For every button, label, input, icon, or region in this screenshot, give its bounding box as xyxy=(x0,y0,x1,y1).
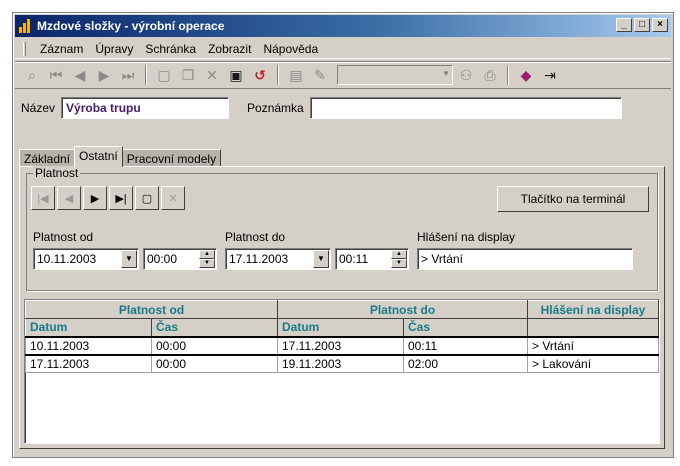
to-time-spinner[interactable]: 00:11 ▲ ▼ xyxy=(335,248,409,270)
validity-table: Platnost od Platnost do Hlášení na displ… xyxy=(25,300,659,373)
spinner-icon[interactable]: ▲ ▼ xyxy=(391,250,407,268)
close-icon[interactable]: × xyxy=(652,18,668,32)
title-bar[interactable]: Mzdové složky - výrobní operace _ □ × xyxy=(15,15,671,37)
table-cell[interactable]: > Vrtání xyxy=(527,335,659,356)
table-row[interactable]: 17.11.2003 00:00 19.11.2003 02:00 > Lako… xyxy=(25,354,659,373)
delete-record-icon[interactable]: ✕ xyxy=(161,186,185,210)
column-header[interactable] xyxy=(527,318,659,337)
tab-pracovni-modely[interactable]: Pracovní modely xyxy=(121,149,222,167)
chevron-down-icon: ▼ xyxy=(442,69,450,78)
first-record-icon[interactable]: |◀ xyxy=(31,186,55,210)
toolbar-separator xyxy=(277,65,279,85)
cancel-changes-icon[interactable]: ↺ xyxy=(249,64,271,86)
spinner-icon[interactable]: ▲ ▼ xyxy=(199,250,215,268)
window-title: Mzdové složky - výrobní operace xyxy=(37,19,225,33)
validity-group-title: Platnost xyxy=(33,166,81,180)
menu-zaznam[interactable]: Záznam xyxy=(38,41,85,57)
note-field[interactable] xyxy=(309,97,622,119)
last-record-icon[interactable]: ▶| xyxy=(109,186,133,210)
to-time-value: 00:11 xyxy=(339,252,369,266)
menu-zobrazit[interactable]: Zobrazit xyxy=(206,41,253,57)
table-cell[interactable]: 02:00 xyxy=(403,354,528,373)
validity-group: Platnost |◀ ◀ ▶ ▶| ▢ ✕ Tlačítko na termi… xyxy=(26,166,658,291)
toolbar: ⌕ ⏮ ◀ ▶ ⏭ ▢ ❐ ✕ ▣ ↺ ▤ ✎ ▼ ⚇ ⎙ ◆ ⇥ xyxy=(15,61,671,89)
prev-record-icon[interactable]: ◀ xyxy=(69,64,91,86)
table-cell[interactable]: 19.11.2003 xyxy=(277,354,404,373)
from-date-picker[interactable]: 10.11.2003 ▼ xyxy=(33,248,139,270)
table-cell[interactable]: 10.11.2003 xyxy=(25,335,152,356)
validity-nav: |◀ ◀ ▶ ▶| ▢ ✕ xyxy=(31,186,185,210)
group-header-display[interactable]: Hlášení na display xyxy=(527,300,659,319)
table-cell[interactable]: 17.11.2003 xyxy=(25,354,152,373)
toolbar-separator xyxy=(507,65,509,85)
table-row[interactable]: 10.11.2003 00:00 17.11.2003 00:11 > Vrtá… xyxy=(25,335,659,356)
print-icon[interactable]: ⎙ xyxy=(479,64,501,86)
column-header[interactable]: Čas xyxy=(403,318,528,337)
search-icon[interactable]: ⌕ xyxy=(21,64,43,86)
main-window: Mzdové složky - výrobní operace _ □ × Zá… xyxy=(12,12,674,458)
group-header-from[interactable]: Platnost od xyxy=(25,300,278,319)
chevron-down-icon[interactable]: ▼ xyxy=(313,250,329,268)
form-view-icon[interactable]: ▤ xyxy=(285,64,307,86)
first-record-icon[interactable]: ⏮ xyxy=(45,64,67,86)
column-header[interactable]: Datum xyxy=(25,318,152,337)
group-header-to[interactable]: Platnost do xyxy=(277,300,528,319)
new-record-icon[interactable]: ▢ xyxy=(135,186,159,210)
table-cell[interactable]: 00:00 xyxy=(151,354,278,373)
menu-grip xyxy=(23,41,26,56)
chevron-down-icon[interactable]: ▼ xyxy=(121,250,137,268)
validity-grid[interactable]: Platnost od Platnost do Hlášení na displ… xyxy=(24,299,660,444)
from-label: Platnost od xyxy=(33,230,94,244)
next-record-icon[interactable]: ▶ xyxy=(93,64,115,86)
window-controls: _ □ × xyxy=(616,18,668,32)
menu-napoveda[interactable]: Nápověda xyxy=(261,41,320,57)
display-message-field[interactable]: > Vrtání xyxy=(417,248,633,270)
save-icon[interactable]: ▣ xyxy=(225,64,247,86)
tab-ostatni[interactable]: Ostatní xyxy=(74,146,123,167)
from-time-spinner[interactable]: 00:00 ▲ ▼ xyxy=(143,248,217,270)
help-book-icon[interactable]: ◆ xyxy=(515,64,537,86)
binoculars-icon[interactable]: ⚇ xyxy=(455,64,477,86)
menu-schranka[interactable]: Schránka xyxy=(143,41,198,57)
delete-record-icon[interactable]: ✕ xyxy=(201,64,223,86)
to-date-value: 17.11.2003 xyxy=(229,252,289,266)
to-label: Platnost do xyxy=(225,230,286,244)
maximize-icon[interactable]: □ xyxy=(634,18,650,32)
terminal-button[interactable]: Tlačítko na terminál xyxy=(497,186,649,212)
note-label: Poznámka xyxy=(247,101,304,115)
app-chart-icon xyxy=(19,19,33,33)
from-time-value: 00:00 xyxy=(147,252,178,266)
minimize-icon[interactable]: _ xyxy=(616,18,632,32)
group-header-row: Platnost od Platnost do Hlášení na displ… xyxy=(25,300,659,319)
toolbar-separator xyxy=(145,65,147,85)
filter-icon[interactable]: ✎ xyxy=(309,64,331,86)
name-field[interactable]: Výroba trupu xyxy=(61,97,230,119)
exit-icon[interactable]: ⇥ xyxy=(539,64,561,86)
column-header[interactable]: Čas xyxy=(151,318,278,337)
next-record-icon[interactable]: ▶ xyxy=(83,186,107,210)
from-date-value: 10.11.2003 xyxy=(37,252,97,266)
last-record-icon[interactable]: ⏭ xyxy=(117,64,139,86)
table-cell[interactable]: 17.11.2003 xyxy=(277,335,404,356)
new-record-icon[interactable]: ▢ xyxy=(153,64,175,86)
menu-bar: Záznam Úpravy Schránka Zobrazit Nápověda xyxy=(15,39,671,59)
tab-panel-ostatni: Platnost |◀ ◀ ▶ ▶| ▢ ✕ Tlačítko na termi… xyxy=(19,166,665,449)
prev-record-icon[interactable]: ◀ xyxy=(57,186,81,210)
to-date-picker[interactable]: 17.11.2003 ▼ xyxy=(225,248,331,270)
name-row: Název Výroba trupu Poznámka xyxy=(15,93,671,123)
tab-strip: Základní Ostatní Pracovní modely xyxy=(19,145,222,167)
table-cell[interactable]: 00:11 xyxy=(403,335,528,356)
table-cell[interactable]: > Lakování xyxy=(527,354,659,373)
menu-upravy[interactable]: Úpravy xyxy=(93,41,135,57)
copy-record-icon[interactable]: ❐ xyxy=(177,64,199,86)
toolbar-combo[interactable]: ▼ xyxy=(337,65,453,85)
table-cell[interactable]: 00:00 xyxy=(151,335,278,356)
sub-header-row: Datum Čas Datum Čas xyxy=(25,318,659,337)
tab-zakladni[interactable]: Základní xyxy=(19,149,76,167)
display-label: Hlášení na display xyxy=(417,230,516,244)
column-header[interactable]: Datum xyxy=(277,318,404,337)
name-label: Název xyxy=(21,101,56,115)
